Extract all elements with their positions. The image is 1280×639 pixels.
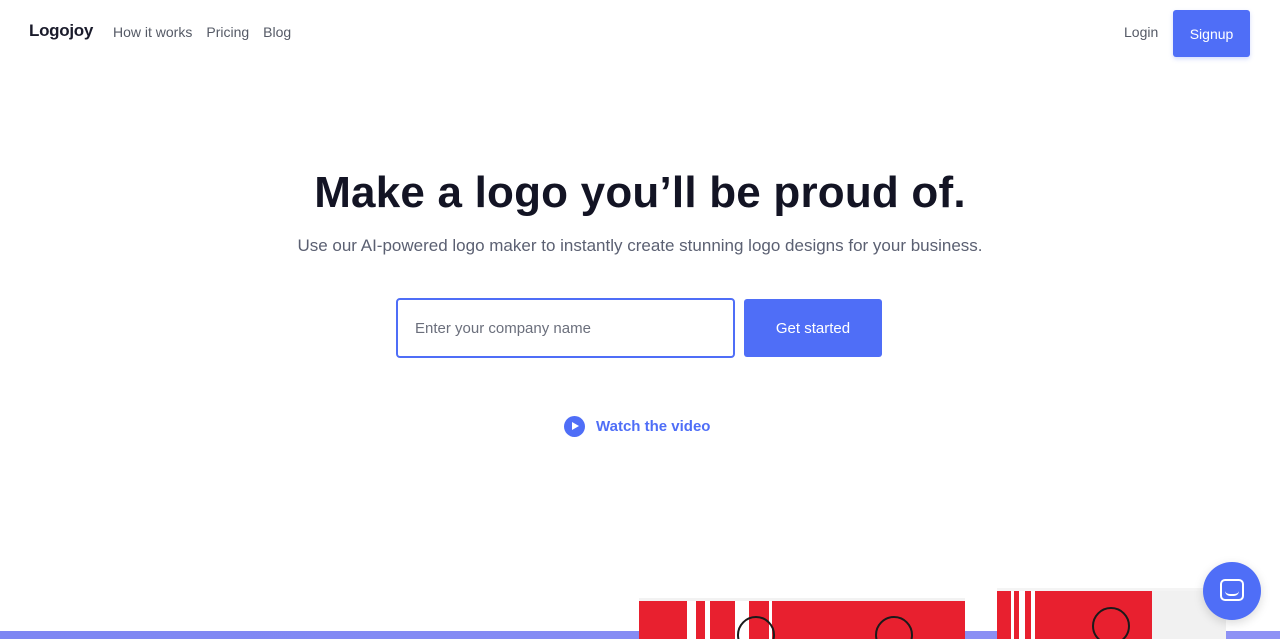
- signup-button[interactable]: Signup: [1173, 10, 1250, 57]
- company-name-input[interactable]: [396, 298, 735, 358]
- watch-video-link[interactable]: Watch the video: [564, 416, 710, 437]
- hero-title: Make a logo you’ll be proud of.: [314, 168, 966, 217]
- get-started-button[interactable]: Get started: [744, 299, 882, 357]
- main-nav: How it works Pricing Blog: [113, 24, 291, 40]
- nav-blog[interactable]: Blog: [263, 24, 291, 40]
- shopping-bag-image-left: [639, 598, 965, 639]
- nav-pricing[interactable]: Pricing: [206, 24, 249, 40]
- play-icon: [564, 416, 585, 437]
- hero-subtitle: Use our AI-powered logo maker to instant…: [297, 236, 983, 255]
- watch-video-label: Watch the video: [596, 418, 711, 435]
- chat-icon[interactable]: [1203, 562, 1261, 620]
- login-link[interactable]: Login: [1124, 24, 1158, 40]
- site-header: Logojoy How it works Pricing Blog Login …: [0, 0, 1280, 66]
- logo[interactable]: Logojoy: [29, 21, 93, 41]
- shopping-bag-image-right: [997, 588, 1226, 639]
- nav-how-it-works[interactable]: How it works: [113, 24, 192, 40]
